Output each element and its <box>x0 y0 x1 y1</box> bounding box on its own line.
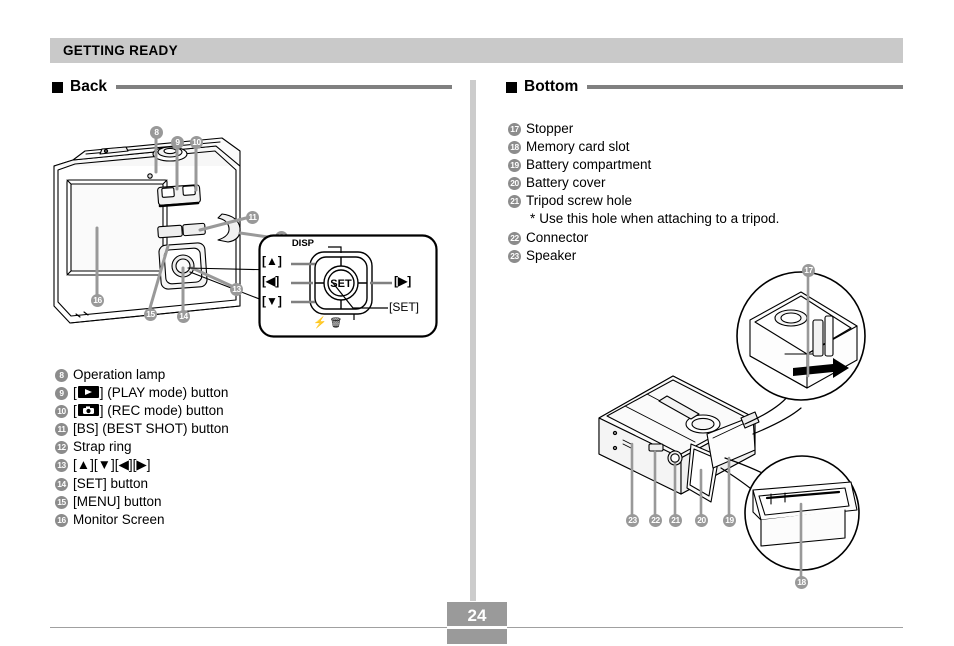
list-item: 22 Connector <box>508 229 779 247</box>
page-number-gap <box>447 626 507 629</box>
list-badge: 23 <box>508 249 521 263</box>
svg-text:🗑: 🗑 <box>330 317 343 329</box>
rec-mode-icon <box>77 404 99 417</box>
list-badge: 20 <box>508 177 521 191</box>
figure-callout-badge: 9 <box>171 136 184 149</box>
list-badge: 12 <box>55 441 68 455</box>
figure-camera-bottom: 17 18 19 20 21 22 23 <box>595 258 895 593</box>
list-item: 14 [SET] button <box>55 475 229 493</box>
figure-callout-badge: 23 <box>626 514 639 527</box>
list-item-label: [▲][▼][◀][▶] <box>73 457 151 473</box>
list-item-label: Memory card slot <box>526 139 630 155</box>
list-item: 19 Battery compartment <box>508 156 779 174</box>
list-item-label: Stopper <box>526 121 574 136</box>
list-item-label: Monitor Screen <box>73 511 165 527</box>
pad-label-left: [◀] <box>262 274 280 288</box>
camera-bottom-illustration <box>598 271 866 578</box>
list-item: 15 [MENU] button <box>55 493 229 511</box>
list-item-label: Connector <box>526 229 589 245</box>
figure-callout-badge: 10 <box>190 136 203 149</box>
list-item: 21 Tripod screw hole <box>508 192 779 210</box>
section-rule-bottom <box>587 85 903 89</box>
section-bullet-square-icon <box>52 81 63 93</box>
list-item: 20 Battery cover <box>508 174 779 192</box>
list-item-label: Battery cover <box>526 175 606 191</box>
play-mode-icon <box>77 386 99 399</box>
list-badge: 8 <box>55 369 68 382</box>
figure-callout-badge: 22 <box>649 514 662 527</box>
list-badge: 18 <box>508 141 521 155</box>
list-item: 8 Operation lamp <box>55 366 229 384</box>
page-header-title: GETTING READY <box>63 43 178 58</box>
figure-callout-badge: 18 <box>795 576 808 589</box>
list-item-label: Tripod screw hole <box>526 193 633 209</box>
list-item-label: Battery compartment <box>526 157 652 173</box>
figure-callout-badge: 17 <box>802 264 815 277</box>
control-pad-detail-box: SET DISP ⚡ 🗑 [▲] [◀] [▶] [▼] [SET] <box>258 234 438 338</box>
bottom-parts-list: 17 Stopper 18 Memory card slot 19 Batter… <box>508 120 779 265</box>
list-badge: 11 <box>55 423 68 437</box>
column-divider <box>470 80 476 601</box>
list-item-label: Operation lamp <box>73 367 166 382</box>
list-badge: 21 <box>508 195 521 209</box>
pad-label-up: [▲] <box>262 254 282 268</box>
list-item-label: Strap ring <box>73 439 132 455</box>
list-item-label: (REC mode) button <box>103 403 224 419</box>
list-badge: 14 <box>55 477 68 491</box>
list-item-label: (PLAY mode) button <box>103 385 229 401</box>
list-badge: 19 <box>508 159 521 173</box>
list-item-label: [BS] (BEST SHOT) button <box>73 421 229 437</box>
note-text: Use this hole when attaching to a tripod… <box>539 211 780 227</box>
list-item-label-play: [] (PLAY mode) button <box>73 385 229 401</box>
section-rule-back <box>116 85 452 89</box>
pad-label-down: [▼] <box>262 294 282 308</box>
list-item-label: Speaker <box>526 247 577 263</box>
svg-text:⚡: ⚡ <box>313 316 327 329</box>
list-badge: 15 <box>55 495 68 509</box>
figure-callout-badge: 16 <box>91 294 104 307</box>
list-item-label-rec: [] (REC mode) button <box>73 403 224 419</box>
section-title-back: Back <box>70 78 108 95</box>
figure-callout-badge: 15 <box>144 308 157 321</box>
section-heading-back: Back <box>52 78 452 96</box>
figure-callout-badge: 21 <box>669 514 682 527</box>
pad-label-set: [SET] <box>389 300 420 314</box>
list-item-label: [SET] button <box>73 475 149 491</box>
list-item: 11 [BS] (BEST SHOT) button <box>55 420 229 438</box>
figure-callout-badge: 8 <box>150 126 163 139</box>
figure-camera-back: 8 9 10 11 12 13 14 15 16 SET <box>40 118 460 348</box>
tripod-note: * Use this hole when attaching to a tripo… <box>508 210 779 228</box>
list-badge: 9 <box>55 387 68 401</box>
list-item: 16 Monitor Screen <box>55 511 229 529</box>
section-title-bottom: Bottom <box>524 78 579 95</box>
list-item-label: [MENU] button <box>73 493 162 509</box>
figure-callout-badge: 19 <box>723 514 736 527</box>
list-badge: 22 <box>508 231 521 245</box>
list-item: 17 Stopper <box>508 120 779 138</box>
page-number: 24 <box>467 606 487 625</box>
section-heading-bottom: Bottom <box>506 78 903 96</box>
note-asterisk: * <box>530 211 536 227</box>
figure-callout-badge: 20 <box>695 514 708 527</box>
list-badge: 16 <box>55 513 68 527</box>
pad-label-right: [▶] <box>394 274 412 288</box>
figure-callout-badge: 14 <box>177 310 190 323</box>
list-item: 9 [] (PLAY mode) button <box>55 384 229 402</box>
svg-text:DISP: DISP <box>292 238 315 249</box>
list-item: 10 [] (REC mode) button <box>55 402 229 420</box>
list-item: 12 Strap ring <box>55 438 229 456</box>
figure-callout-badge: 11 <box>246 211 259 224</box>
list-badge: 10 <box>55 405 68 419</box>
list-item: 18 Memory card slot <box>508 138 779 156</box>
list-item: 13 [▲][▼][◀][▶] <box>55 456 229 474</box>
section-bullet-square-icon <box>506 81 517 93</box>
list-badge: 17 <box>508 123 521 136</box>
figure-callout-badge: 13 <box>230 283 243 296</box>
page-header-bar: GETTING READY <box>50 38 903 63</box>
back-parts-list: 8 Operation lamp 9 [] (PLAY mode) button… <box>55 366 229 529</box>
list-badge: 13 <box>55 459 68 473</box>
